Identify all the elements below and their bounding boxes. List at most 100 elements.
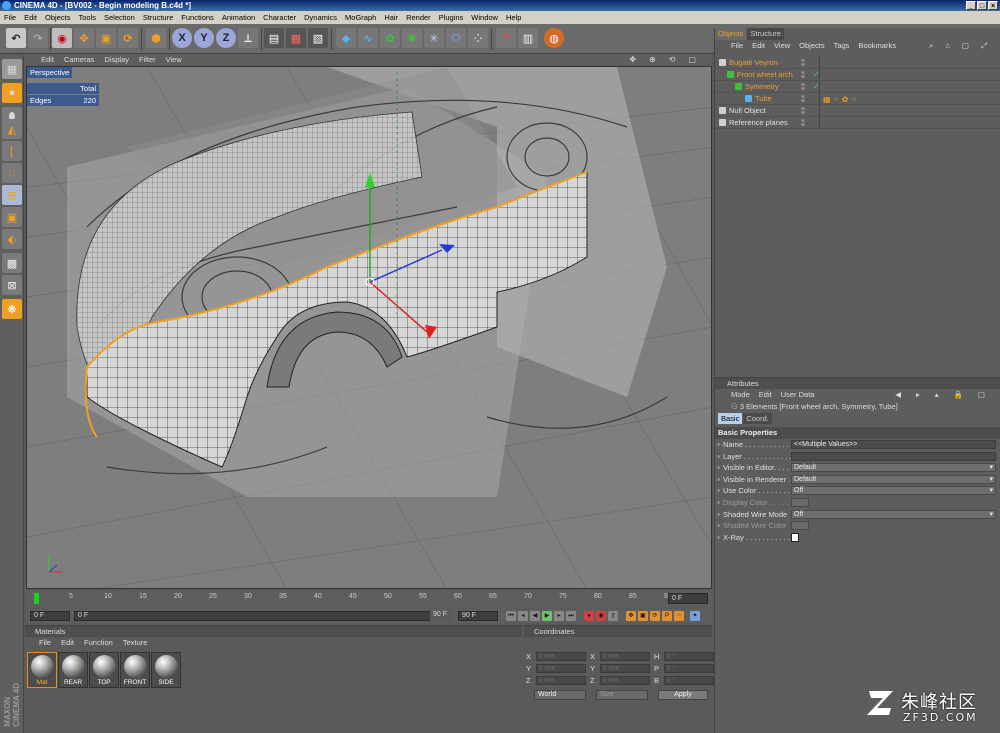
record-icon[interactable]: ● xyxy=(584,611,594,621)
scale-icon[interactable]: ▣ xyxy=(96,28,116,48)
play-backwards-icon[interactable]: ◀ xyxy=(530,611,540,621)
viewport-menu-edit[interactable]: Edit xyxy=(41,55,54,64)
camera-label[interactable]: Perspective xyxy=(27,67,73,78)
home-icon[interactable]: ⌂ xyxy=(945,40,950,51)
layout-icon[interactable]: ▥ xyxy=(518,28,538,48)
live-select-icon[interactable]: ◉ xyxy=(52,28,72,48)
content-browser-icon[interactable]: ◍ xyxy=(544,28,564,48)
attributes-menu-edit[interactable]: Edit xyxy=(759,389,772,400)
object-row-tube[interactable]: Tube ▦ ⁘ ✿ ⁘ xyxy=(715,93,1000,105)
start-frame-field[interactable]: 0 F xyxy=(30,611,70,621)
material-top[interactable]: TOP xyxy=(89,652,119,688)
key-scale-icon[interactable]: ▣ xyxy=(638,611,648,621)
rotate-icon[interactable]: ⟳ xyxy=(118,28,138,48)
scene-icon[interactable]: ⬭ xyxy=(446,28,466,48)
materials-menu-file[interactable]: File xyxy=(39,638,51,647)
animate-dot-icon[interactable] xyxy=(717,489,720,493)
previous-frame-icon[interactable]: ◂ xyxy=(518,611,528,621)
end-frame-field[interactable]: 90 F xyxy=(458,611,498,621)
visible-in-renderer-select[interactable]: Default xyxy=(791,474,996,484)
back-arrow-icon[interactable]: ◀ xyxy=(895,389,901,400)
render-settings-icon[interactable]: ▧ xyxy=(308,28,328,48)
material-rear[interactable]: REAR xyxy=(58,652,88,688)
timeline-playhead[interactable] xyxy=(34,593,39,604)
object-menu-file[interactable]: File xyxy=(731,40,743,51)
enabled-check-icon[interactable]: ✓ xyxy=(813,69,820,81)
menu-file[interactable]: File xyxy=(4,13,16,22)
position-field[interactable]: 0 mm xyxy=(536,652,586,661)
search-icon[interactable]: ⌕ xyxy=(929,40,933,51)
object-menu-objects[interactable]: Objects xyxy=(799,40,824,51)
undo-icon[interactable]: ↶ xyxy=(6,28,26,48)
deformer-icon[interactable]: ✳ xyxy=(424,28,444,48)
object-row-reference-planes[interactable]: Reference planes xyxy=(715,117,1000,129)
coordinate-mode-select[interactable]: Size xyxy=(596,690,648,700)
viewport-zoom-icon[interactable]: ⊕ xyxy=(649,55,656,64)
rotation-field[interactable]: 0 ° xyxy=(664,676,714,685)
lock-icon[interactable]: 🔒 xyxy=(954,389,963,400)
visibility-toggle[interactable] xyxy=(801,107,805,114)
edges-mode-icon[interactable]: ⊞ xyxy=(2,185,22,205)
tab-objects[interactable]: Objects xyxy=(715,28,747,40)
material-mat[interactable]: Mat xyxy=(27,652,57,688)
tweak-mode-icon[interactable]: ⊠ xyxy=(2,275,22,295)
redo-icon[interactable]: ↷ xyxy=(28,28,48,48)
size-field[interactable]: 0 mm xyxy=(600,664,650,673)
viewport-menu-display[interactable]: Display xyxy=(104,55,129,64)
menu-animation[interactable]: Animation xyxy=(222,13,255,22)
attributes-menu-mode[interactable]: Mode xyxy=(731,389,750,400)
visible-in-editor-select[interactable]: Default xyxy=(791,463,996,473)
animate-dot-icon[interactable] xyxy=(717,454,720,458)
object-row-symmetry[interactable]: Symmetry ✓ xyxy=(715,81,1000,93)
display-color-swatch[interactable] xyxy=(791,497,809,507)
rotation-field[interactable]: 0 ° xyxy=(664,664,714,673)
menu-character[interactable]: Character xyxy=(263,13,296,22)
xray-checkbox[interactable] xyxy=(791,532,799,542)
enabled-check-icon[interactable]: ✓ xyxy=(813,81,820,93)
object-menu-tags[interactable]: Tags xyxy=(834,40,850,51)
spline-icon[interactable]: ∿ xyxy=(358,28,378,48)
materials-menu-edit[interactable]: Edit xyxy=(61,638,74,647)
forward-arrow-icon[interactable]: ▸ xyxy=(916,389,920,400)
viewport-maximize-icon[interactable]: ▢ xyxy=(688,55,696,64)
viewport-move-icon[interactable]: ✥ xyxy=(629,55,636,64)
tab-structure[interactable]: Structure xyxy=(747,28,784,40)
snapping-icon[interactable]: ▩ xyxy=(2,253,22,273)
help-icon[interactable]: ? xyxy=(496,28,516,48)
minimize-button[interactable]: _ xyxy=(966,1,976,10)
menu-edit[interactable]: Edit xyxy=(24,13,37,22)
size-field[interactable]: 0 mm xyxy=(600,652,650,661)
points-mode-icon[interactable]: ⁙ xyxy=(2,163,22,183)
materials-menu-function[interactable]: Function xyxy=(84,638,113,647)
animate-dot-icon[interactable] xyxy=(717,443,720,446)
timeline-settings-icon[interactable]: ✦ xyxy=(690,611,700,621)
perspective-viewport[interactable]: Perspective Total Edges 220 xyxy=(26,66,712,589)
object-mode-icon[interactable]: ⬢ xyxy=(146,28,166,48)
z-axis-icon[interactable]: Z xyxy=(216,28,236,48)
menu-render[interactable]: Render xyxy=(406,13,431,22)
object-row-front-wheel-arch[interactable]: Front wheel arch ✓ xyxy=(715,69,1000,81)
name-field[interactable]: <<Multiple Values>> xyxy=(791,440,996,449)
attr-tab-basic[interactable]: Basic xyxy=(718,413,743,424)
visibility-toggle[interactable] xyxy=(801,59,805,66)
size-field[interactable]: 0 mm xyxy=(600,676,650,685)
array-icon[interactable]: ✺ xyxy=(402,28,422,48)
animate-dot-icon[interactable] xyxy=(717,466,720,470)
object-row-bugatti-veyron[interactable]: Bugatti Veyron xyxy=(715,57,1000,69)
keyframe-selection-icon[interactable]: ⚷ xyxy=(608,611,618,621)
menu-window[interactable]: Window xyxy=(471,13,498,22)
sculpt-icon[interactable]: ❋ xyxy=(2,299,22,319)
move-icon[interactable]: ✥ xyxy=(74,28,94,48)
menu-tools[interactable]: Tools xyxy=(78,13,96,22)
viewport-menu-filter[interactable]: Filter xyxy=(139,55,156,64)
y-axis-icon[interactable]: Y xyxy=(194,28,214,48)
menu-functions[interactable]: Functions xyxy=(181,13,214,22)
visibility-toggle[interactable] xyxy=(801,71,805,78)
next-frame-icon[interactable]: ▸ xyxy=(554,611,564,621)
viewport-menu-cameras[interactable]: Cameras xyxy=(64,55,94,64)
shaded-wire-color-swatch[interactable] xyxy=(791,521,809,531)
maximize-button[interactable]: □ xyxy=(977,1,987,10)
animate-dot-icon[interactable] xyxy=(717,535,720,539)
viewport-menu-view[interactable]: View xyxy=(166,55,182,64)
position-field[interactable]: 0 mm xyxy=(536,664,586,673)
